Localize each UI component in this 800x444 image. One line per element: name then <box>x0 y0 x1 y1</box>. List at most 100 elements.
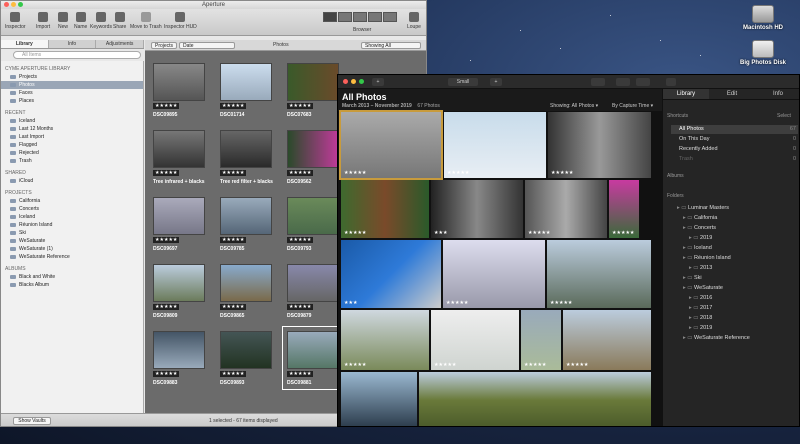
tab-info[interactable]: Info <box>49 40 97 48</box>
import-button[interactable]: Import <box>36 12 50 30</box>
photo-thumbnail[interactable] <box>220 130 272 168</box>
folder-item[interactable]: ▸ ▭ California <box>675 214 798 223</box>
photo-cell[interactable]: ★★★★★ DSC01714 <box>216 59 272 121</box>
photo-thumbnail[interactable] <box>287 130 339 168</box>
sidebar-item[interactable]: Last Import <box>5 133 143 141</box>
inspector-button[interactable]: Inspector <box>5 12 26 30</box>
photo-thumbnail[interactable] <box>287 331 339 369</box>
photo-cell[interactable]: ★★★★★ DSC09865 <box>216 260 272 322</box>
photo-cell[interactable]: ★★★★★ DSC09697 <box>149 193 205 255</box>
library-photo[interactable]: ★★★★★ <box>341 180 429 238</box>
sidebar-item[interactable]: Ski <box>5 229 143 237</box>
library-photo[interactable]: ★★★★★ <box>548 112 651 178</box>
grid-view-icon[interactable] <box>323 12 337 22</box>
sidebar-item[interactable]: Blacks Album <box>5 281 143 289</box>
zoom-in-button[interactable]: + <box>490 78 502 86</box>
aperture-title-bar[interactable]: Aperture <box>1 1 426 9</box>
library-photo[interactable]: ★★★★★ <box>443 240 545 308</box>
viewer-icon[interactable] <box>368 12 382 22</box>
macintosh-hd-icon[interactable]: Macintosh HD <box>733 5 793 31</box>
photo-cell[interactable]: ★★★★★ DSC09881 <box>282 326 340 390</box>
shortcut-item[interactable]: Recently Added 0 <box>671 145 798 154</box>
sidebar-item[interactable]: Iceland <box>5 117 143 125</box>
folder-item[interactable]: ▸ ▭ 2013 <box>681 264 798 273</box>
add-photos-button[interactable]: + <box>372 78 384 86</box>
folder-item[interactable]: ▸ ▭ 2019 <box>681 234 798 243</box>
name-button[interactable]: Name <box>74 12 87 30</box>
single-view-icon[interactable] <box>636 78 650 86</box>
share-button[interactable]: Share <box>113 12 126 30</box>
split-view-icon[interactable] <box>338 12 352 22</box>
library-photo[interactable] <box>419 372 651 426</box>
tab-edit[interactable]: Edit <box>709 89 755 99</box>
folder-item[interactable]: ▸ ▭ Luminar Masters <box>669 204 798 213</box>
sidebar-item[interactable]: WeSaturate (1) <box>5 245 143 253</box>
folder-item[interactable]: ▸ ▭ 2018 <box>681 314 798 323</box>
sidebar-item[interactable]: WeSaturate <box>5 237 143 245</box>
library-photo[interactable]: ★★★ <box>341 240 441 308</box>
photo-cell[interactable]: ★★★★★ Tree red filter + blacks <box>216 126 273 188</box>
sidebar-item[interactable]: Réunion Island <box>5 221 143 229</box>
zoom-icon[interactable] <box>18 2 23 7</box>
photo-thumbnail[interactable] <box>220 264 272 302</box>
library-photo[interactable]: ★★★★★ <box>431 310 519 370</box>
tab-info[interactable]: Info <box>755 89 799 99</box>
sort-select[interactable]: Date <box>179 42 235 49</box>
sidebar-item[interactable]: Photos <box>1 81 143 89</box>
sidebar-item[interactable]: Last 12 Months <box>5 125 143 133</box>
photo-thumbnail[interactable] <box>153 264 205 302</box>
sidebar-item[interactable]: WeSaturate Reference <box>5 253 143 261</box>
shortcut-item[interactable]: All Photos 67 <box>671 125 798 134</box>
folder-item[interactable]: ▸ ▭ 2019 <box>681 324 798 333</box>
list-view-icon[interactable] <box>353 12 367 22</box>
folder-item[interactable]: ▸ ▭ Réunion Island <box>675 254 798 263</box>
photo-cell[interactable]: ★★★★★ DSC09785 <box>216 193 272 255</box>
folder-item[interactable]: ▸ ▭ Iceland <box>675 244 798 253</box>
photo-cell[interactable]: ★★★★★ DSC09562 <box>283 126 339 188</box>
library-photo[interactable]: ★★★★★ <box>609 180 639 238</box>
photo-thumbnail[interactable] <box>287 63 339 101</box>
sidebar-item[interactable]: Black and White <box>5 273 143 281</box>
photo-thumbnail[interactable] <box>220 197 272 235</box>
folder-item[interactable]: ▸ ▭ 2016 <box>681 294 798 303</box>
tab-library[interactable]: Library <box>663 89 709 99</box>
library-photo[interactable]: ★★★★★ <box>341 310 429 370</box>
loupe-button[interactable]: Loupe <box>407 12 421 30</box>
photo-thumbnail[interactable] <box>153 197 205 235</box>
luminar-toolbar[interactable]: + Small + <box>338 75 799 89</box>
folder-item[interactable]: ▸ ▭ Ski <box>675 274 798 283</box>
sidebar-item[interactable]: Concerts <box>5 205 143 213</box>
projects-button[interactable]: Projects <box>151 42 178 49</box>
view-mode-control[interactable] <box>323 12 397 22</box>
sidebar-item[interactable]: iCloud <box>5 177 143 185</box>
photo-cell[interactable]: ★★★★★ DSC09895 <box>149 59 205 121</box>
photo-thumbnail[interactable] <box>153 63 205 101</box>
library-photo[interactable]: ★★★★★ <box>525 180 607 238</box>
sidebar-item[interactable]: Faces <box>5 89 143 97</box>
library-photo[interactable]: ★★★★★ <box>521 310 561 370</box>
shortcut-item[interactable]: On This Day 0 <box>671 135 798 144</box>
thumbnail-size-select[interactable]: Small <box>448 78 478 86</box>
panel-toggle-icon[interactable] <box>666 78 676 86</box>
sidebar-item[interactable]: Projects <box>5 73 143 81</box>
folder-item[interactable]: ▸ ▭ 2017 <box>681 304 798 313</box>
photo-thumbnail[interactable] <box>153 130 205 168</box>
library-search-input[interactable]: All Items <box>13 51 141 59</box>
share-icon[interactable] <box>591 78 605 86</box>
tab-library[interactable]: Library <box>1 40 49 48</box>
sidebar-item[interactable]: Flagged <box>5 141 143 149</box>
photo-cell[interactable]: ★★★★★ DSC09793 <box>283 193 339 255</box>
fullscreen-icon[interactable] <box>383 12 397 22</box>
library-photo[interactable]: ★★★★★ <box>563 310 651 370</box>
photo-thumbnail[interactable] <box>287 264 339 302</box>
shortcut-item[interactable]: Trash 0 <box>671 155 798 164</box>
photo-cell[interactable]: ★★★★★ DSC09893 <box>216 327 272 389</box>
photo-thumbnail[interactable] <box>287 197 339 235</box>
close-icon[interactable] <box>4 2 9 7</box>
sidebar-item[interactable]: Trash <box>5 157 143 165</box>
sidebar-item[interactable]: Rejected <box>5 149 143 157</box>
photo-thumbnail[interactable] <box>220 331 272 369</box>
showing-filter[interactable]: Showing: All Photos ▾ <box>550 103 598 109</box>
sidebar-item[interactable]: California <box>5 197 143 205</box>
big-photos-disk-icon[interactable]: Big Photos Disk <box>733 40 793 66</box>
